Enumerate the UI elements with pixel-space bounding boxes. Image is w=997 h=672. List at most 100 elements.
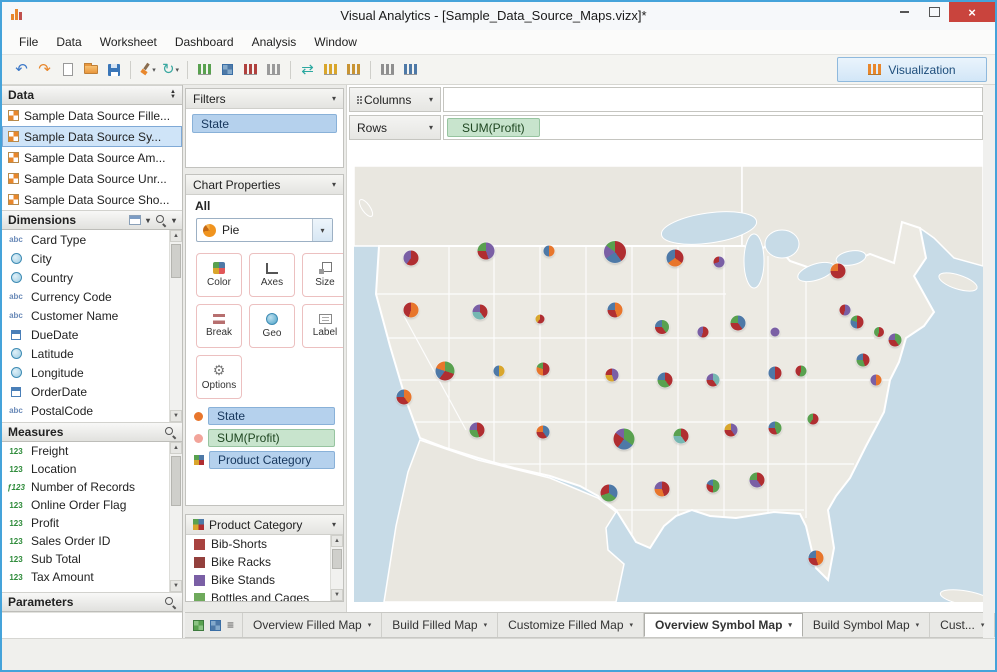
field-item[interactable]: City (2, 249, 169, 268)
menu-data[interactable]: Data (47, 31, 90, 53)
field-item[interactable]: 123Sales Order ID (2, 532, 169, 550)
pie-mark[interactable] (730, 315, 745, 330)
geo-button[interactable]: Geo (249, 304, 295, 348)
swap-axes-button[interactable]: ⇄ (296, 58, 319, 81)
assignment-pill[interactable]: Product Category (209, 451, 335, 469)
pie-mark[interactable] (436, 361, 455, 380)
new-dashboard-button[interactable] (216, 58, 239, 81)
pie-mark[interactable] (403, 302, 418, 317)
field-item[interactable]: abcPostalCode (2, 401, 169, 420)
color-button[interactable]: Color (196, 253, 242, 297)
menu-file[interactable]: File (10, 31, 47, 53)
size-button[interactable]: Size (302, 253, 344, 297)
data-source-item[interactable]: Sample Data Source Unr... (2, 168, 182, 189)
field-item[interactable]: 123Freight (2, 442, 169, 460)
assignment-pill[interactable]: State (208, 407, 335, 425)
scrollbar-track[interactable] (170, 242, 182, 410)
view-as-table-icon[interactable] (129, 215, 141, 225)
pie-mark[interactable] (403, 250, 418, 265)
open-workbook-button[interactable] (79, 58, 102, 81)
highlight-button[interactable] (399, 58, 422, 81)
pie-mark[interactable] (795, 365, 806, 376)
field-item[interactable]: 123Location (2, 460, 169, 478)
field-item[interactable]: 123Sub Total (2, 550, 169, 568)
search-icon[interactable] (164, 596, 176, 608)
save-button[interactable] (102, 58, 125, 81)
scrollbar-track[interactable] (170, 454, 182, 580)
scrollbar-track[interactable] (331, 547, 343, 589)
break-button[interactable]: Break (196, 304, 242, 348)
pie-mark[interactable] (771, 327, 780, 336)
pie-mark[interactable] (706, 480, 719, 493)
search-icon[interactable] (155, 214, 167, 226)
pie-mark[interactable] (478, 243, 495, 260)
data-source-item[interactable]: Sample Data Source Am... (2, 147, 182, 168)
sheet-list-icon[interactable]: ≡ (227, 618, 234, 632)
sort-descending-button[interactable] (342, 58, 365, 81)
redo-button[interactable]: ↷ (33, 58, 56, 81)
chart-type-select[interactable]: Pie ▾ (196, 218, 333, 242)
field-item[interactable]: abcCard Type (2, 230, 169, 249)
pie-mark[interactable] (874, 327, 884, 337)
options-button[interactable]: Options (196, 355, 242, 399)
filters-header[interactable]: Filters ▾ (186, 89, 343, 109)
fit-axes-button[interactable] (376, 58, 399, 81)
legend-item[interactable]: Bike Stands (186, 571, 330, 589)
pie-mark[interactable] (493, 365, 504, 376)
combo-dropdown-button[interactable]: ▾ (312, 219, 332, 241)
data-source-item[interactable]: Sample Data Source Sho... (2, 189, 182, 210)
field-item[interactable]: Latitude (2, 344, 169, 363)
pie-mark[interactable] (857, 354, 870, 367)
rows-field[interactable]: SUM(Profit) (443, 115, 983, 140)
legend-header[interactable]: Product Category ▾ (186, 515, 343, 535)
map-visualization[interactable] (354, 166, 983, 602)
pie-mark[interactable] (469, 422, 484, 437)
new-worksheet-icon[interactable] (193, 620, 204, 631)
minimize-button[interactable] (889, 2, 919, 22)
pie-mark[interactable] (536, 362, 549, 375)
scroll-down-icon[interactable]: ▼ (170, 580, 182, 592)
sheet-tab[interactable]: Overview Filled Map ▾ (243, 613, 382, 637)
pie-mark[interactable] (851, 316, 864, 329)
legend-scrollbar[interactable]: ▲ ▼ (330, 535, 343, 601)
sheet-tab[interactable]: Build Symbol Map ▾ (803, 613, 930, 637)
pie-mark[interactable] (831, 263, 846, 278)
pie-mark[interactable] (605, 369, 618, 382)
pie-mark[interactable] (713, 256, 724, 267)
field-item[interactable]: 123Profit (2, 514, 169, 532)
sheet-tab[interactable]: Overview Symbol Map ▾ (644, 613, 803, 637)
pie-mark[interactable] (666, 249, 683, 266)
sort-ascending-button[interactable] (319, 58, 342, 81)
scrollbar-thumb[interactable] (171, 244, 181, 278)
legend-item[interactable]: Bike Racks (186, 553, 330, 571)
scroll-down-icon[interactable]: ▼ (331, 589, 343, 601)
pie-mark[interactable] (535, 314, 544, 323)
pie-mark[interactable] (472, 305, 487, 320)
pie-mark[interactable] (839, 304, 850, 315)
pie-mark[interactable] (604, 241, 626, 263)
legend-item[interactable]: Bib-Shorts (186, 535, 330, 553)
menu-worksheet[interactable]: Worksheet (91, 31, 166, 53)
field-item[interactable]: abcCustomer Name (2, 306, 169, 325)
pie-mark[interactable] (536, 425, 549, 438)
new-worksheet-button[interactable] (193, 58, 216, 81)
field-item[interactable]: 123Tax Amount (2, 568, 169, 586)
duplicate-sheet-button[interactable] (239, 58, 262, 81)
rows-shelf-pill[interactable]: SUM(Profit) (447, 118, 540, 137)
clear-sheet-button[interactable] (262, 58, 285, 81)
field-item[interactable]: OrderDate (2, 382, 169, 401)
menu-dashboard[interactable]: Dashboard (166, 31, 243, 53)
field-item[interactable]: Country (2, 268, 169, 287)
pie-mark[interactable] (749, 472, 764, 487)
columns-shelf-label[interactable]: Columns ▾ (349, 87, 441, 112)
pie-mark[interactable] (600, 485, 617, 502)
scrollbar-thumb[interactable] (332, 549, 342, 569)
search-icon[interactable] (164, 426, 176, 438)
pie-mark[interactable] (725, 423, 738, 436)
pie-mark[interactable] (543, 246, 554, 257)
scroll-up-icon[interactable]: ▲ (170, 230, 182, 242)
pie-mark[interactable] (614, 428, 635, 449)
pie-mark[interactable] (655, 481, 670, 496)
legend-item[interactable]: Bottles and Cages (186, 589, 330, 601)
assignment-pill[interactable]: SUM(Profit) (208, 429, 335, 447)
